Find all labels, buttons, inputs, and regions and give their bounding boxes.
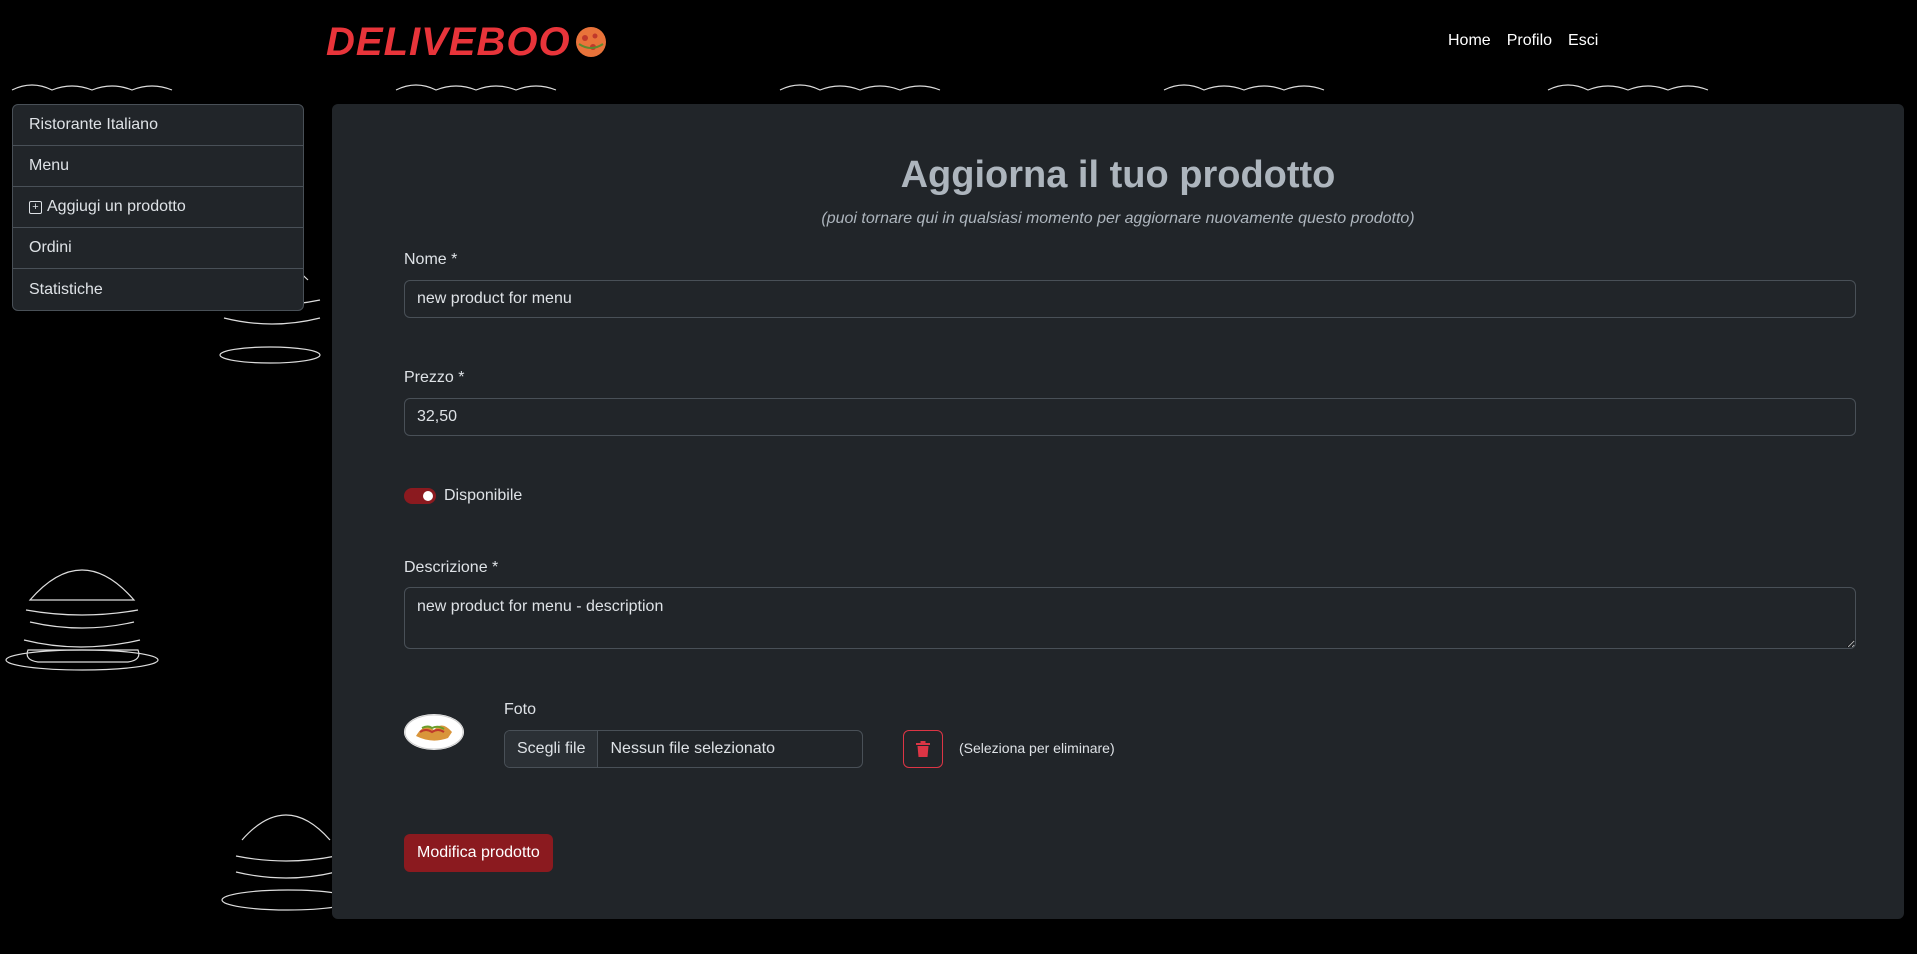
name-input[interactable]	[404, 280, 1856, 318]
submit-product-button[interactable]: Modifica prodotto	[404, 834, 553, 872]
burger-logo-icon	[575, 27, 606, 57]
sidebar-menu: Ristorante Italiano Menu + Aggiugi un pr…	[12, 104, 304, 311]
price-label: Prezzo *	[404, 369, 465, 386]
sidebar-item-add-product[interactable]: + Aggiugi un prodotto	[13, 187, 303, 228]
description-label: Descrizione *	[404, 559, 499, 576]
edit-product-card: Aggiorna il tuo prodotto (puoi tornare q…	[332, 104, 1904, 919]
page-subtitle: (puoi tornare qui in qualsiasi momento p…	[821, 210, 1415, 227]
logo-text: DELIVEBOO	[326, 19, 571, 64]
photo-label: Foto	[504, 701, 537, 718]
nav-home-link[interactable]: Home	[1448, 32, 1491, 50]
top-navbar: DELIVEBOO Home Profilo Esci	[0, 0, 1917, 86]
plus-square-icon: +	[29, 200, 42, 214]
choose-file-button[interactable]: Scegli file	[505, 731, 599, 767]
sidebar-item-label: Aggiugi un prodotto	[47, 198, 186, 215]
price-input[interactable]	[404, 398, 1856, 436]
sidebar-item-label: Statistiche	[29, 280, 103, 298]
delete-photo-note: (Seleziona per eliminare)	[959, 740, 1115, 756]
sidebar-item-orders[interactable]: Ordini	[13, 228, 303, 269]
photo-file-input[interactable]: Scegli file Nessun file selezionato	[504, 730, 863, 768]
available-toggle[interactable]	[404, 488, 436, 504]
nav-links: Home Profilo Esci	[1448, 32, 1598, 50]
file-status-text: Nessun file selezionato	[610, 740, 776, 757]
product-photo-thumbnail	[404, 714, 464, 750]
brand-logo[interactable]: DELIVEBOO	[326, 18, 609, 66]
available-label: Disponibile	[444, 487, 523, 504]
tacos-image-icon	[404, 714, 464, 750]
sidebar-item-statistics[interactable]: Statistiche	[13, 269, 303, 310]
trash-icon	[916, 741, 930, 757]
sidebar-item-label: Menu	[29, 157, 70, 174]
name-label: Nome *	[404, 251, 458, 268]
toggle-knob	[423, 491, 433, 501]
page-title: Aggiorna il tuo prodotto	[900, 154, 1336, 196]
delete-photo-button[interactable]	[903, 730, 943, 768]
description-textarea[interactable]: new product for menu - description	[404, 587, 1856, 649]
sidebar-item-label: Ristorante Italiano	[29, 116, 158, 133]
nav-logout-link[interactable]: Esci	[1568, 32, 1598, 50]
sidebar-item-restaurant[interactable]: Ristorante Italiano	[13, 105, 303, 146]
sidebar-item-menu[interactable]: Menu	[13, 146, 303, 187]
nav-profile-link[interactable]: Profilo	[1507, 32, 1552, 50]
sidebar-item-label: Ordini	[29, 239, 72, 256]
